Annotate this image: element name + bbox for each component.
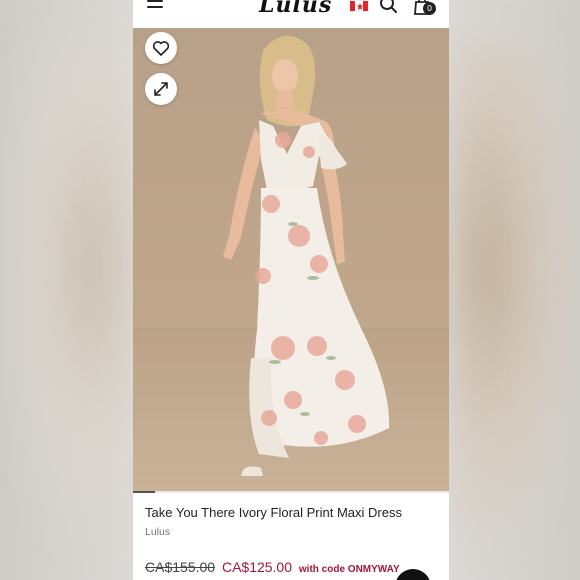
brand-logo[interactable]: Lulus bbox=[259, 0, 332, 18]
expand-image-button[interactable] bbox=[145, 73, 177, 105]
cart-count-badge: 0 bbox=[423, 2, 436, 15]
heart-icon bbox=[152, 41, 170, 56]
model-dress-illustration bbox=[133, 35, 449, 492]
canada-flag-icon[interactable] bbox=[349, 0, 369, 12]
expand-arrows-icon bbox=[154, 82, 168, 96]
product-image[interactable] bbox=[133, 28, 449, 492]
product-brand[interactable]: Lulus bbox=[145, 526, 170, 538]
sale-price: CA$125.00 bbox=[221, 559, 293, 575]
gallery-progress-bar bbox=[133, 491, 449, 493]
top-navigation-bar: Lulus 0 bbox=[133, 0, 449, 28]
product-title: Take You There Ivory Floral Print Maxi D… bbox=[145, 505, 402, 520]
wishlist-button[interactable] bbox=[145, 32, 177, 64]
gallery-progress-fill bbox=[133, 491, 156, 493]
mobile-screen: Lulus 0 Take You There Ivory Floral Prin… bbox=[133, 0, 449, 580]
hamburger-menu-icon[interactable] bbox=[147, 0, 165, 12]
blurred-backdrop-left bbox=[10, 40, 130, 540]
search-icon[interactable] bbox=[379, 0, 399, 14]
promo-code-text: with code ONMYWAY bbox=[298, 564, 400, 575]
price-row: CA$155.00 CA$125.00 with code ONMYWAY bbox=[145, 559, 400, 575]
chat-button[interactable] bbox=[395, 569, 431, 580]
blurred-backdrop-right bbox=[450, 40, 570, 540]
original-price: CA$155.00 bbox=[145, 559, 216, 575]
